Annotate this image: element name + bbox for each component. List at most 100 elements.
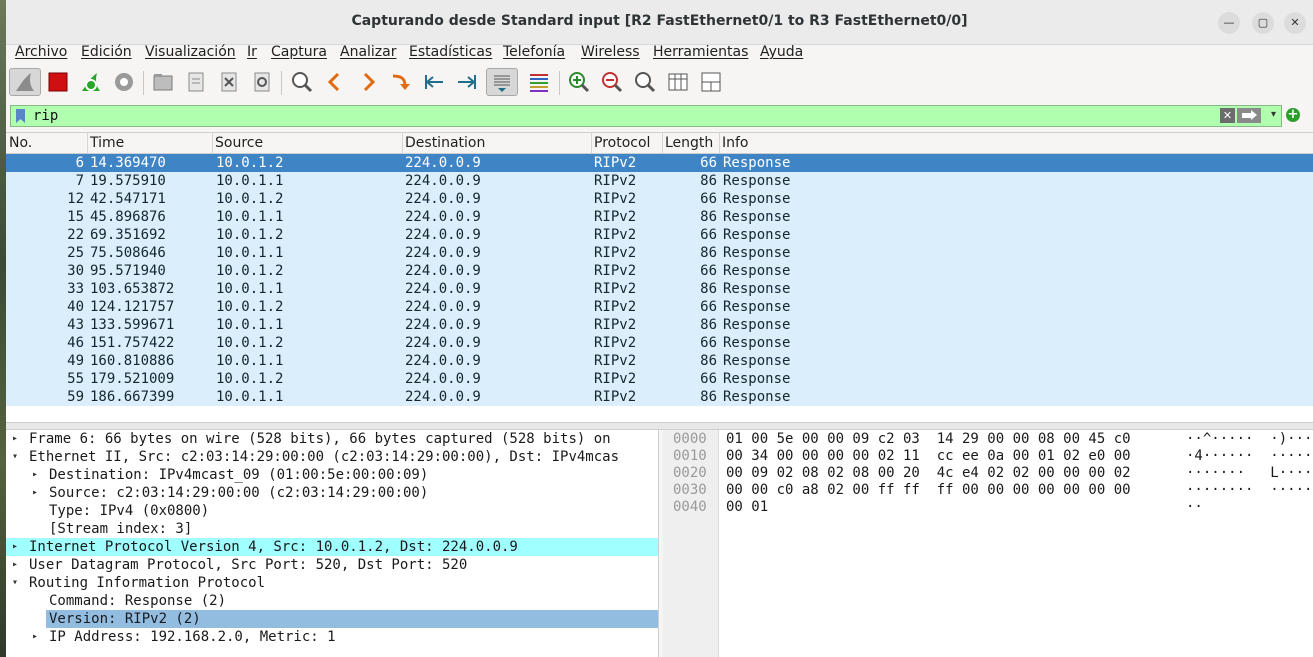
table-row[interactable]: 15 45.896876 10.0.1.1 224.0.0.9 RIPv2 86 Respo…	[6, 208, 1313, 226]
resize-columns-button[interactable]	[664, 68, 692, 96]
hex-ascii[interactable]: ······· L·····	[1186, 465, 1313, 482]
clear-filter-icon[interactable]: ✕	[1220, 108, 1235, 123]
display-filter-input[interactable]: rip	[33, 108, 58, 124]
hex-offset[interactable]: 0030	[673, 482, 707, 499]
hex-offset[interactable]: 0010	[673, 448, 707, 465]
tree-item[interactable]: ▾ Ethernet II, Src: c2:03:14:29:00:00 (c2…	[6, 448, 658, 466]
table-row[interactable]: 25 75.508646 10.0.1.1 224.0.0.9 RIPv2 86 Respo…	[6, 244, 1313, 262]
tree-item[interactable]: [Stream index: 3]	[6, 520, 658, 538]
menu-herramientas[interactable]: Herramientas	[653, 43, 748, 61]
expander-arrow-icon[interactable]: ▸	[32, 628, 38, 646]
expander-arrow-icon[interactable]: ▸	[32, 466, 38, 484]
normal-size-button[interactable]	[631, 68, 659, 96]
find-packet-button[interactable]	[288, 68, 316, 96]
column-divider[interactable]	[719, 133, 720, 153]
hex-ascii[interactable]: ··^····· ·)····	[1186, 431, 1313, 448]
first-packet-button[interactable]	[420, 68, 448, 96]
table-row[interactable]: 59 186.667399 10.0.1.1 224.0.0.9 RIPv2 86 Resp…	[6, 388, 1313, 406]
hex-bytes[interactable]: 00 09 02 08 02 08 00 20 4c e4 02 02 00 0…	[726, 465, 1131, 482]
menu-wireless[interactable]: Wireless	[581, 43, 640, 61]
add-filter-button[interactable]: +	[1286, 108, 1300, 122]
hex-offset[interactable]: 0020	[673, 465, 707, 482]
column-info[interactable]: Info	[722, 135, 749, 151]
column-source[interactable]: Source	[215, 135, 263, 151]
tree-item[interactable]: ▸ Destination: IPv4mcast_09 (01:00:5e:00:…	[6, 466, 658, 484]
display-filter-bar[interactable]: rip ✕ ▾	[10, 105, 1282, 127]
hex-bytes[interactable]: 00 01	[726, 499, 768, 516]
menu-captura[interactable]: Captura	[271, 43, 327, 61]
bookmark-icon[interactable]	[16, 109, 25, 123]
tree-item[interactable]: ▸ User Datagram Protocol, Src Port: 520, …	[6, 556, 658, 574]
hex-offset[interactable]: 0000	[673, 431, 707, 448]
tree-item[interactable]: Version: RIPv2 (2)	[46, 610, 658, 628]
hex-ascii[interactable]: ········ ······	[1186, 482, 1313, 499]
table-row[interactable]: 12 42.547171 10.0.1.2 224.0.0.9 RIPv2 66 Respo…	[6, 190, 1313, 208]
zoom-in-button[interactable]	[565, 68, 593, 96]
maximize-button[interactable]: ▢	[1252, 12, 1274, 34]
chevron-down-icon[interactable]: ▾	[1271, 109, 1276, 120]
pane-splitter[interactable]	[6, 422, 1313, 430]
previous-packet-button[interactable]	[321, 68, 349, 96]
table-row[interactable]: 6 14.369470 10.0.1.2 224.0.0.9 RIPv2 66 Respon…	[6, 154, 1313, 172]
tree-item[interactable]: ▸ Internet Protocol Version 4, Src: 10.0.…	[6, 538, 658, 556]
layout-panes-button[interactable]	[697, 68, 725, 96]
table-row[interactable]: 55 179.521009 10.0.1.2 224.0.0.9 RIPv2 66 Resp…	[6, 370, 1313, 388]
open-file-button[interactable]	[149, 68, 177, 96]
tree-item[interactable]: ▾ Routing Information Protocol	[6, 574, 658, 592]
table-row[interactable]: 49 160.810886 10.0.1.1 224.0.0.9 RIPv2 86 Resp…	[6, 352, 1313, 370]
column-protocol[interactable]: Protocol	[594, 135, 650, 151]
menu-ayuda[interactable]: Ayuda	[760, 43, 803, 61]
tree-item[interactable]: ▸ Frame 6: 66 bytes on wire (528 bits), 6…	[6, 430, 658, 448]
stop-capture-button[interactable]	[44, 68, 72, 96]
expander-arrow-icon[interactable]: ▾	[12, 448, 18, 466]
menu-edicion[interactable]: Edición	[81, 43, 132, 61]
autoscroll-button[interactable]	[486, 68, 518, 96]
last-packet-button[interactable]	[453, 68, 481, 96]
hex-ascii[interactable]: ·4······ ······	[1186, 448, 1313, 465]
close-button[interactable]: ✕	[1284, 12, 1306, 34]
column-no[interactable]: No.	[9, 135, 32, 151]
expander-arrow-icon[interactable]: ▸	[12, 556, 18, 574]
minimize-button[interactable]: —	[1218, 12, 1240, 34]
column-destination[interactable]: Destination	[405, 135, 485, 151]
expander-arrow-icon[interactable]: ▸	[12, 430, 18, 448]
save-file-button[interactable]	[182, 68, 210, 96]
table-row[interactable]: 40 124.121757 10.0.1.2 224.0.0.9 RIPv2 66 Resp…	[6, 298, 1313, 316]
zoom-out-button[interactable]	[598, 68, 626, 96]
table-row[interactable]: 7 19.575910 10.0.1.1 224.0.0.9 RIPv2 86 Respon…	[6, 172, 1313, 190]
menu-ir[interactable]: Ir	[247, 43, 257, 61]
column-time[interactable]: Time	[90, 135, 124, 151]
column-divider[interactable]	[402, 133, 403, 153]
capture-options-button[interactable]	[110, 68, 138, 96]
start-capture-button[interactable]	[9, 68, 41, 96]
column-divider[interactable]	[87, 133, 88, 153]
hex-offset[interactable]: 0040	[673, 499, 707, 516]
tree-item[interactable]: ▸ IP Address: 192.168.2.0, Metric: 1	[6, 628, 658, 646]
menu-archivo[interactable]: Archivo	[15, 43, 67, 61]
hex-bytes[interactable]: 00 00 c0 a8 02 00 ff ff ff 00 00 00 00 0…	[726, 482, 1131, 499]
tree-item[interactable]: Type: IPv4 (0x0800)	[6, 502, 658, 520]
expander-arrow-icon[interactable]: ▸	[32, 484, 38, 502]
hex-bytes[interactable]: 00 34 00 00 00 00 02 11 cc ee 0a 00 01 0…	[726, 448, 1131, 465]
table-row[interactable]: 22 69.351692 10.0.1.2 224.0.0.9 RIPv2 66 Respo…	[6, 226, 1313, 244]
hex-bytes[interactable]: 01 00 5e 00 00 09 c2 03 14 29 00 00 08 0…	[726, 431, 1131, 448]
menu-visualizacion[interactable]: Visualización	[145, 43, 236, 61]
menu-telefonia[interactable]: Telefonía	[503, 43, 565, 61]
menu-analizar[interactable]: Analizar	[340, 43, 397, 61]
table-row[interactable]: 43 133.599671 10.0.1.1 224.0.0.9 RIPv2 86 Resp…	[6, 316, 1313, 334]
table-row[interactable]: 30 95.571940 10.0.1.2 224.0.0.9 RIPv2 66 Respo…	[6, 262, 1313, 280]
tree-item[interactable]: Command: Response (2)	[6, 592, 658, 610]
column-divider[interactable]	[662, 133, 663, 153]
column-divider[interactable]	[212, 133, 213, 153]
menu-estadisticas[interactable]: Estadísticas	[409, 43, 492, 61]
colorize-button[interactable]	[525, 68, 553, 96]
next-packet-button[interactable]	[354, 68, 382, 96]
reload-file-button[interactable]	[248, 68, 276, 96]
table-row[interactable]: 33 103.653872 10.0.1.1 224.0.0.9 RIPv2 86 Resp…	[6, 280, 1313, 298]
apply-filter-icon[interactable]	[1237, 108, 1261, 123]
expander-arrow-icon[interactable]: ▸	[12, 538, 18, 556]
expander-arrow-icon[interactable]: ▾	[12, 574, 18, 592]
go-to-packet-button[interactable]	[387, 68, 415, 96]
table-row[interactable]: 46 151.757422 10.0.1.2 224.0.0.9 RIPv2 66 Resp…	[6, 334, 1313, 352]
column-length[interactable]: Length	[665, 135, 713, 151]
